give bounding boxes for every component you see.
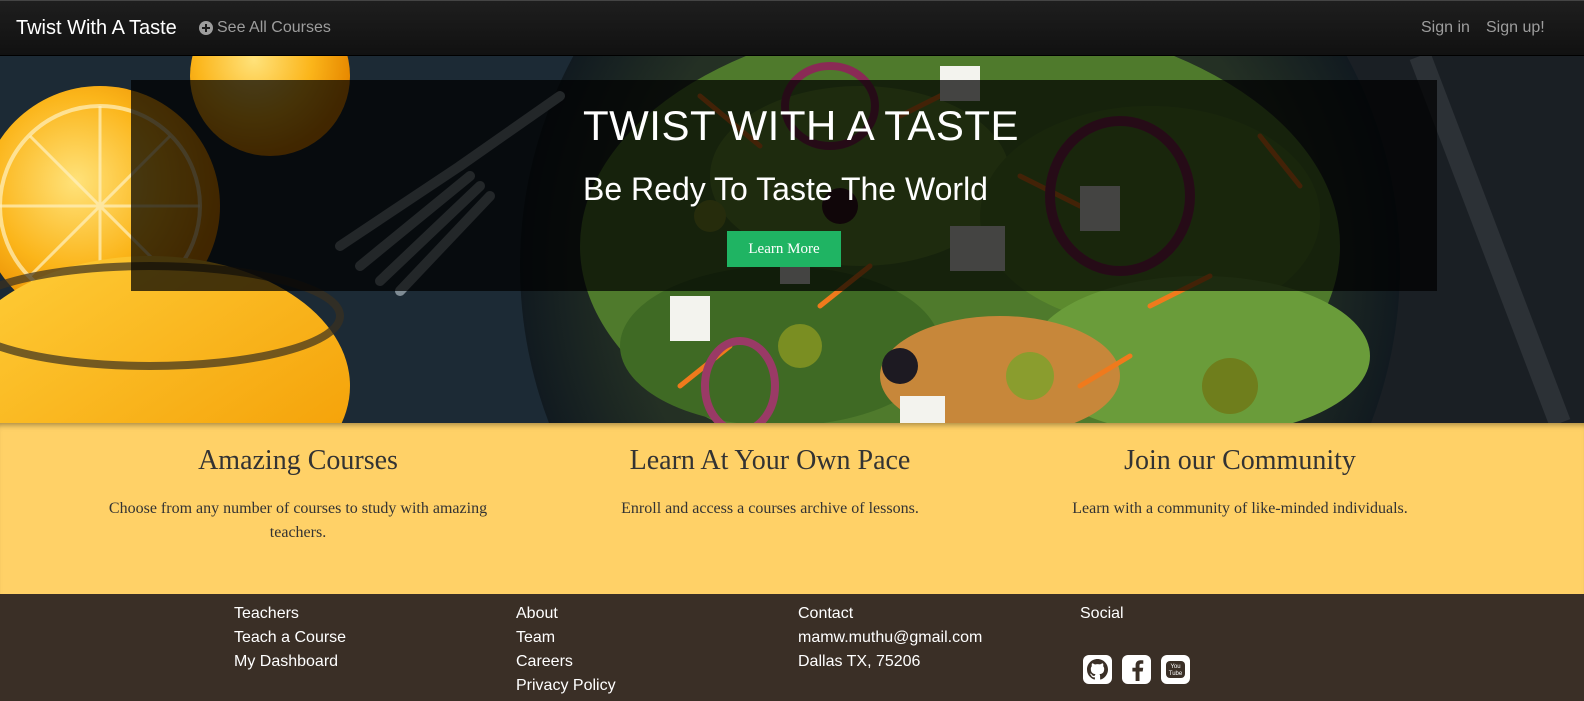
footer-link-my-dashboard[interactable]: My Dashboard	[234, 653, 346, 677]
social-icons: You Tube	[1083, 655, 1190, 684]
feature-text: Learn with a community of like-minded in…	[1072, 500, 1408, 517]
see-all-courses-link[interactable]: See All Courses	[199, 19, 331, 37]
feature-text: Enroll and access a courses archive of l…	[621, 500, 919, 517]
youtube-icon-you: You	[1170, 664, 1180, 670]
sign-up-link[interactable]: Sign up!	[1486, 19, 1545, 37]
site-footer: Teachers Teach a Course My Dashboard Abo…	[0, 594, 1584, 701]
hero-title: TWIST WITH A TASTE	[583, 102, 1020, 149]
feature-heading: Join our Community	[1124, 445, 1356, 476]
learn-more-button[interactable]: Learn More	[727, 231, 841, 267]
footer-link-teachers[interactable]: Teachers	[234, 605, 346, 629]
footer-link-contact[interactable]: Contact	[798, 605, 982, 629]
footer-email[interactable]: mamw.muthu@gmail.com	[798, 629, 982, 653]
footer-address: Dallas TX, 75206	[798, 653, 921, 670]
youtube-icon[interactable]: You Tube	[1161, 655, 1190, 684]
feature-text: Choose from any number of courses to stu…	[108, 500, 488, 541]
footer-link-teach-a-course[interactable]: Teach a Course	[234, 629, 346, 653]
footer-link-about[interactable]: About	[516, 605, 616, 629]
footer-link-careers[interactable]: Careers	[516, 653, 616, 677]
facebook-icon[interactable]	[1122, 655, 1151, 684]
footer-link-privacy-policy[interactable]: Privacy Policy	[516, 677, 616, 701]
brand-link[interactable]: Twist With A Taste	[16, 17, 177, 40]
hero-caption-box: TWIST WITH A TASTE Be Redy To Taste The …	[131, 80, 1437, 291]
features-section: Amazing Courses Choose from any number o…	[0, 423, 1584, 594]
plus-circle-icon	[199, 21, 213, 35]
feature-own-pace: Learn At Your Own Pace Enroll and access…	[560, 445, 980, 521]
hero-subtitle: Be Redy To Taste The World	[583, 171, 988, 207]
sign-in-link[interactable]: Sign in	[1421, 19, 1470, 37]
feature-heading: Learn At Your Own Pace	[629, 445, 911, 476]
top-navbar: Twist With A Taste See All Courses Sign …	[0, 0, 1584, 56]
feature-heading: Amazing Courses	[198, 445, 398, 476]
see-all-courses-label: See All Courses	[217, 19, 331, 36]
footer-column-about: About Team Careers Privacy Policy	[516, 605, 616, 701]
footer-column-social: Social	[1080, 605, 1124, 629]
feature-community: Join our Community Learn with a communit…	[1030, 445, 1450, 521]
hero-section: TWIST WITH A TASTE Be Redy To Taste The …	[0, 56, 1584, 423]
feature-amazing-courses: Amazing Courses Choose from any number o…	[88, 445, 508, 545]
github-icon[interactable]	[1083, 655, 1112, 684]
footer-social-heading: Social	[1080, 605, 1124, 622]
footer-column-contact: Contact mamw.muthu@gmail.com Dallas TX, …	[798, 605, 982, 677]
footer-link-team[interactable]: Team	[516, 629, 616, 653]
footer-column-teachers: Teachers Teach a Course My Dashboard	[234, 605, 346, 677]
youtube-icon-tube: Tube	[1169, 671, 1183, 677]
